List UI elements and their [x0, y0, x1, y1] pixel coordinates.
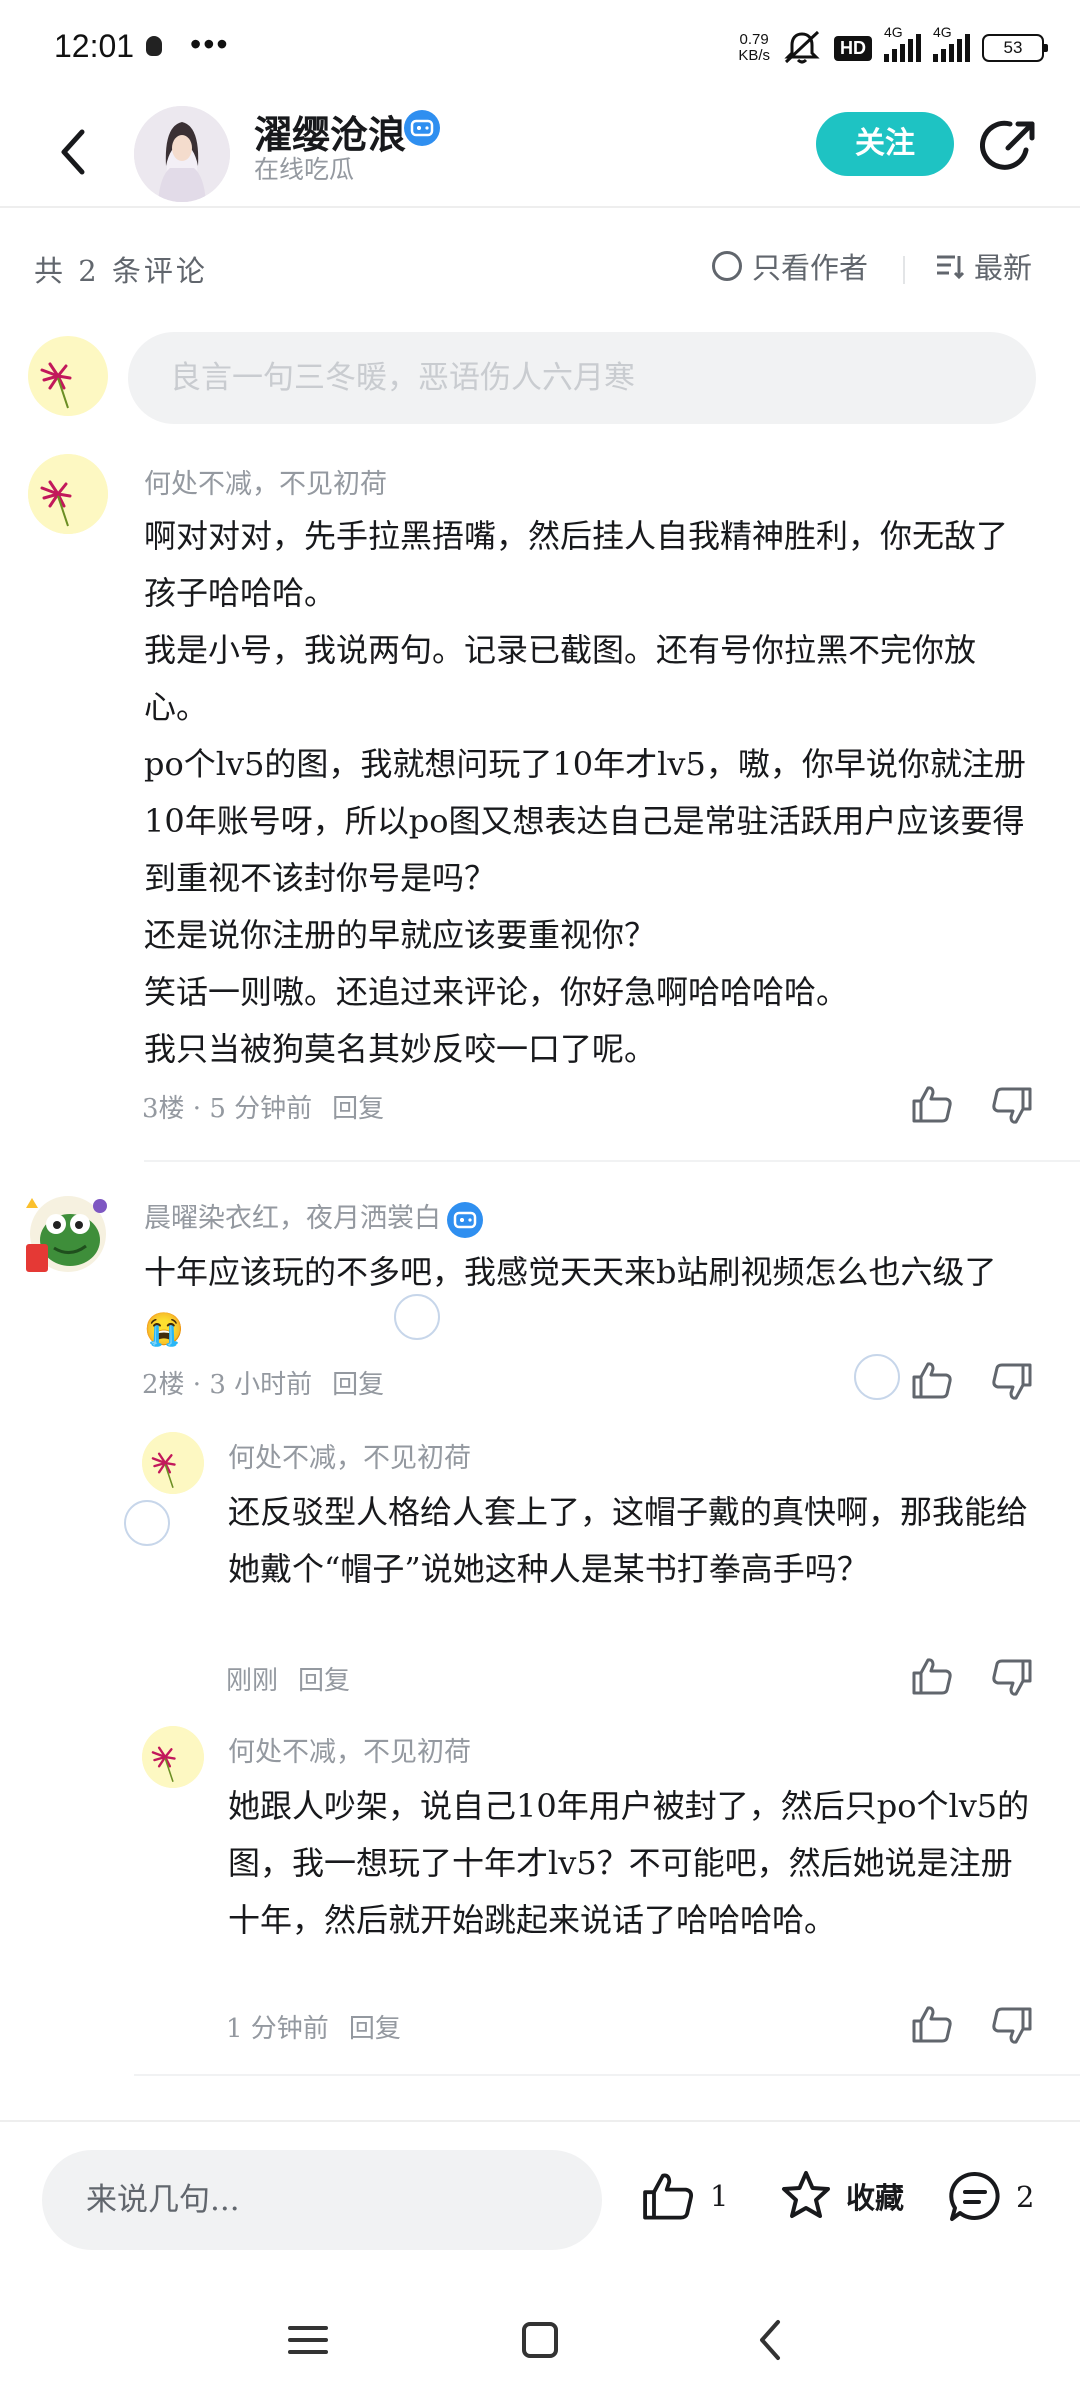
my-avatar[interactable]: [28, 336, 108, 416]
author-status: 在线吃瓜: [254, 155, 355, 184]
star-icon: [782, 2171, 830, 2218]
sort-icon: [937, 255, 965, 280]
hd-voice-badge: HD: [834, 35, 872, 61]
comment-meta: 3楼 · 5 分钟前 回复: [142, 1088, 384, 1125]
comment-paragraph: 还是说你注册的早就应该要重视你？: [144, 916, 657, 954]
sort-label: 最新: [974, 251, 1033, 285]
comment-body: 啊对对对，先手拉黑捂嘴，然后挂人自我精神胜利，你无敌了孩子哈哈哈。 我是小号，我…: [144, 508, 1036, 1078]
comment-body: 十年应该玩的不多吧，我感觉天天来b站刷视频怎么也六级了😭: [144, 1253, 997, 1348]
touch-ripple: [854, 1354, 900, 1400]
comment-paragraph: 我只当被狗莫名其妙反咬一口了呢。: [144, 1030, 657, 1068]
bottom-comment-input[interactable]: 来说几句...: [42, 2150, 602, 2250]
uploader-badge-icon: [447, 1201, 483, 1238]
comment-meta: 2楼 · 3 小时前 回复: [142, 1364, 384, 1401]
dislike-icon[interactable]: [990, 2004, 1034, 2048]
net-speed: 0.79 KB/s: [738, 31, 770, 64]
system-nav-bar: [0, 2280, 1080, 2400]
signal-2-icon: 4G: [933, 24, 970, 62]
signal-1-icon: 4G: [884, 24, 921, 62]
reply-avatar[interactable]: [142, 1432, 204, 1494]
reply-time: 1 分钟前: [226, 2014, 329, 2044]
more-notifications-icon: •••: [190, 26, 230, 62]
mute-icon: [784, 30, 820, 64]
like-count: 1: [710, 2179, 729, 2213]
comment-divider: [134, 2074, 1080, 2076]
commenter-avatar[interactable]: [28, 454, 108, 534]
comment-count: 共 2 条评论: [34, 254, 208, 288]
qq-notification-icon: [146, 36, 162, 56]
system-back-icon[interactable]: [744, 2312, 800, 2368]
comment-paragraph: po个lv5的图，我就想问玩了10年才lv5，嗷，你早说你就注册10年账号呀，所…: [144, 745, 1026, 897]
like-icon[interactable]: [910, 1082, 954, 1126]
bottom-action-bar: 来说几句... 1 收藏 2: [0, 2120, 1080, 2280]
home-icon[interactable]: [512, 2312, 568, 2368]
share-icon[interactable]: [980, 116, 1040, 176]
comment-time: 3楼 · 5 分钟前: [142, 1094, 313, 1124]
status-indicators: 0.79 KB/s HD 4G 4G 53: [738, 24, 1048, 70]
favorite-label: 收藏: [846, 2181, 905, 2215]
status-bar: 12:01 ••• 0.79 KB/s HD 4G 4G 53: [0, 0, 1080, 100]
comment-count-badge: 2: [1016, 2180, 1035, 2214]
touch-ripple: [394, 1294, 440, 1340]
comments-button[interactable]: 2: [946, 2168, 1034, 2226]
favorite-button[interactable]: 收藏: [778, 2168, 904, 2224]
post-like-button[interactable]: 1: [640, 2168, 728, 2224]
header: 濯缨沧浪 在线吃瓜 关注: [0, 100, 1080, 208]
comment-time: 2楼 · 3 小时前: [142, 1370, 313, 1400]
comment-filter-bar: 共 2 条评论 只看作者 最新: [0, 236, 1080, 296]
radio-icon: [712, 251, 742, 281]
comment-username[interactable]: 何处不减，不见初荷: [144, 462, 387, 501]
back-arrow-icon[interactable]: [50, 122, 98, 182]
author-only-toggle[interactable]: 只看作者: [712, 244, 868, 288]
like-icon[interactable]: [910, 1654, 954, 1698]
reply-avatar[interactable]: [142, 1726, 204, 1788]
comment-paragraph: 我是小号，我说两句。记录已截图。还有号你拉黑不完你放心。: [144, 631, 977, 726]
like-icon[interactable]: [910, 2002, 954, 2046]
filter-divider: [903, 256, 905, 284]
comment-divider: [144, 1160, 1080, 1162]
reply-meta: 1 分钟前 回复: [226, 2008, 401, 2045]
comment-composer-input[interactable]: 良言一句三冬暖，恶语伤人六月寒: [128, 332, 1036, 424]
dislike-icon[interactable]: [990, 1656, 1034, 1700]
battery-icon: 53: [982, 34, 1048, 62]
reply-button[interactable]: 回复: [332, 1370, 384, 1400]
reply-body: 还反驳型人格给人套上了，这帽子戴的真快啊，那我能给她戴个“帽子”说她这种人是某书…: [228, 1493, 1029, 1588]
touch-ripple: [124, 1500, 170, 1546]
reply-button[interactable]: 回复: [349, 2014, 401, 2044]
author-only-label: 只看作者: [752, 251, 869, 285]
commenter-avatar[interactable]: [18, 1184, 118, 1284]
comment-bubble-icon: [949, 2171, 1000, 2221]
dislike-icon[interactable]: [990, 1084, 1034, 1128]
comment-paragraph: 啊对对对，先手拉黑捂嘴，然后挂人自我精神胜利，你无敌了孩子哈哈哈。: [144, 517, 1009, 612]
comment-paragraph: 笑话一则嗷。还追过来评论，你好急啊哈哈哈哈。: [144, 973, 849, 1011]
reply-meta: 刚刚 回复: [226, 1660, 350, 1697]
reply-username[interactable]: 何处不减，不见初荷: [228, 1436, 471, 1475]
author-avatar[interactable]: [134, 106, 230, 202]
like-icon[interactable]: [910, 1358, 954, 1402]
like-icon: [643, 2173, 694, 2220]
comment-username[interactable]: 晨曜染衣红，夜月洒裳白: [144, 1196, 483, 1238]
reply-body: 她跟人吵架，说自己10年用户被封了，然后只po个lv5的图，我一想玩了十年才lv…: [228, 1787, 1030, 1939]
sort-button[interactable]: 最新: [934, 244, 1032, 288]
status-time: 12:01: [54, 28, 135, 64]
reply-button[interactable]: 回复: [298, 1666, 350, 1696]
recent-apps-icon[interactable]: [280, 2312, 336, 2368]
reply-username[interactable]: 何处不减，不见初荷: [228, 1730, 471, 1769]
uploader-badge-icon: [404, 110, 440, 146]
reply-button[interactable]: 回复: [332, 1094, 384, 1124]
avatar-illustration-icon: [134, 106, 230, 202]
reply-time: 刚刚: [226, 1666, 279, 1696]
follow-button[interactable]: 关注: [816, 112, 954, 176]
dislike-icon[interactable]: [990, 1360, 1034, 1404]
